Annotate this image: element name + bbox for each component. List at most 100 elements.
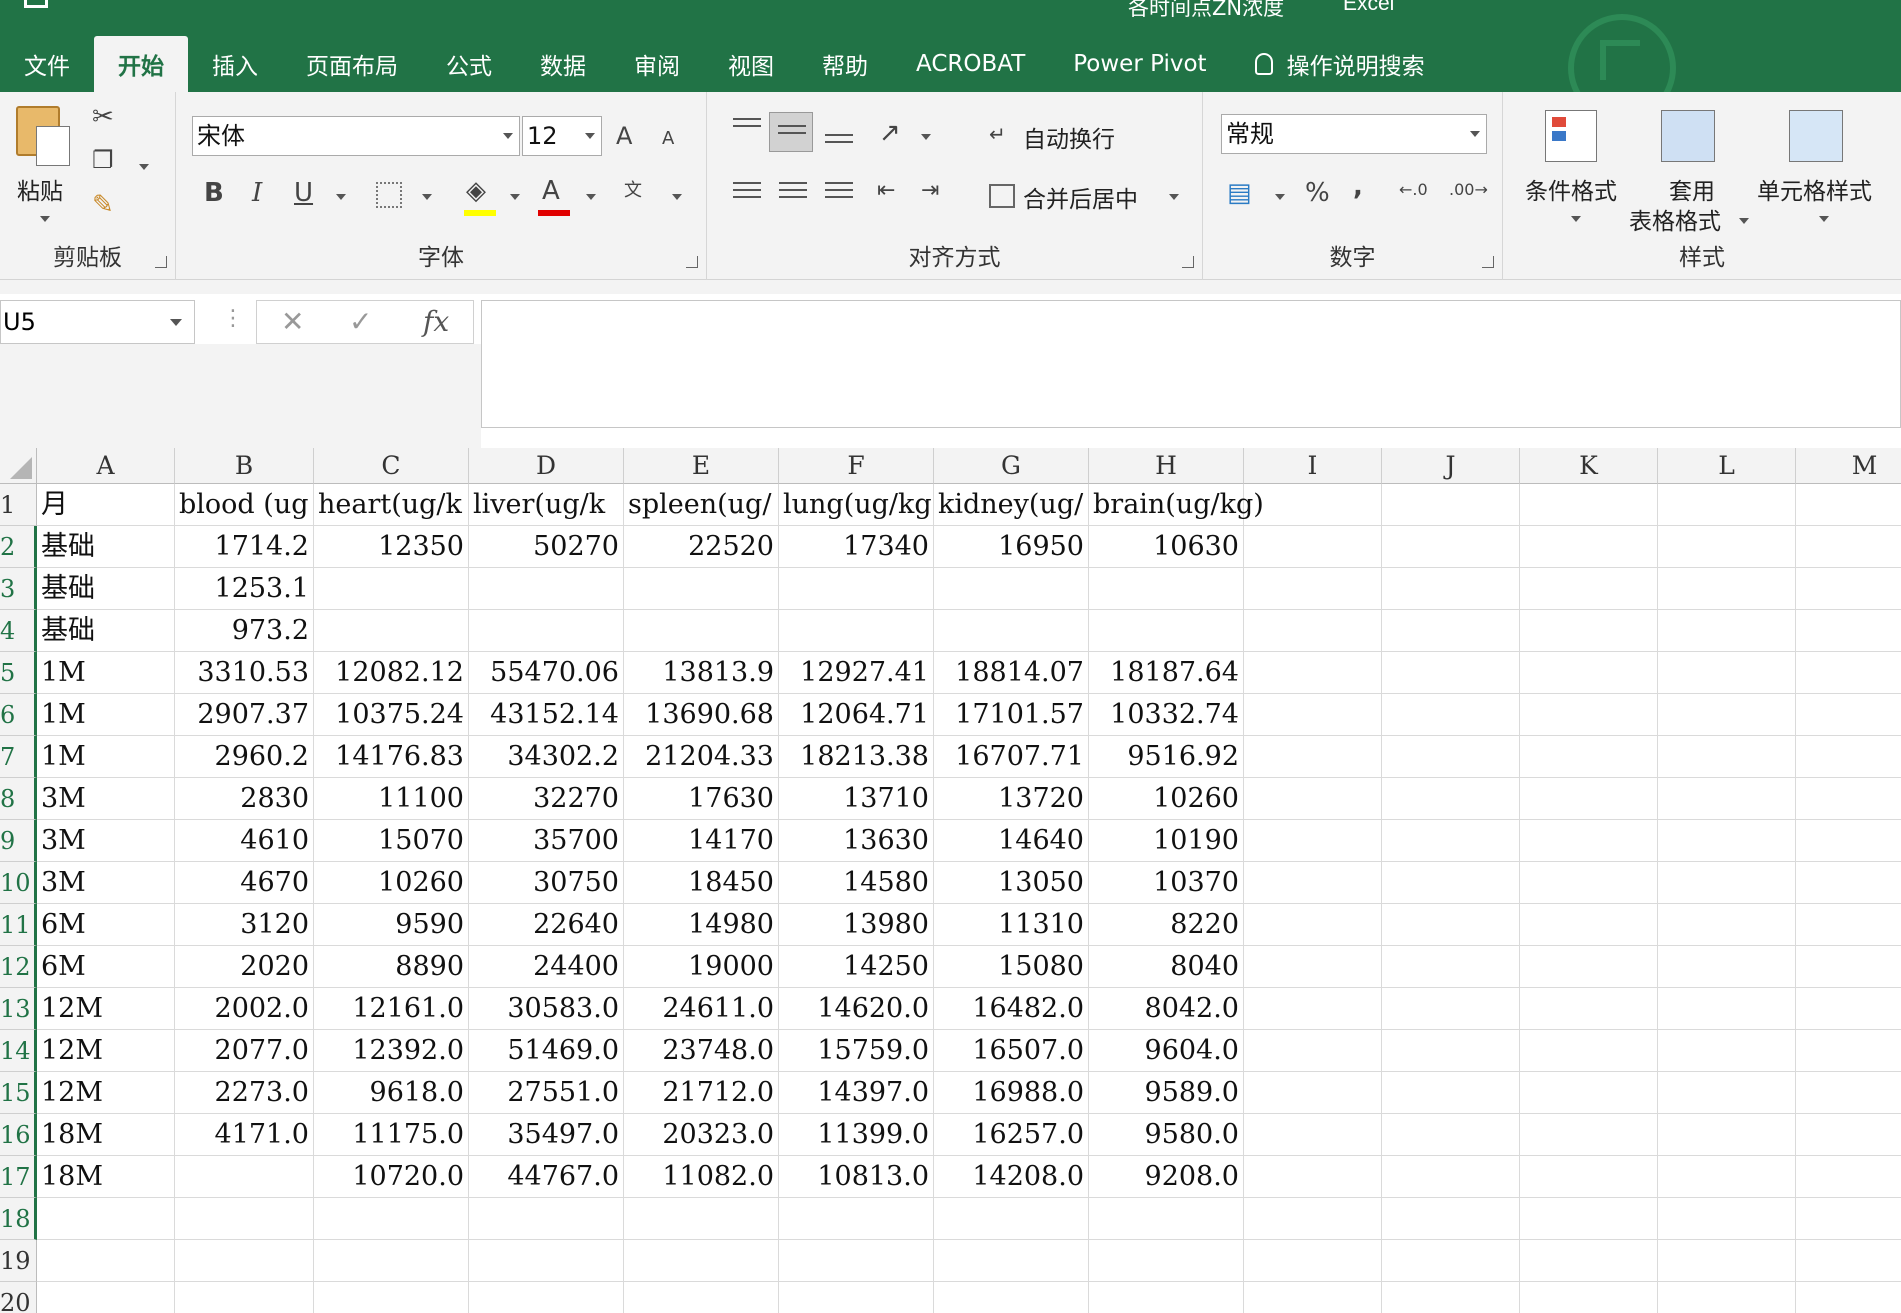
cell-styles-icon[interactable] [1789,110,1843,162]
fill-color-dropdown-icon[interactable] [510,194,520,200]
cell-styles-button[interactable]: 单元格样式 [1757,172,1872,206]
cell-g20[interactable] [934,1282,1089,1313]
format-as-table-label-2[interactable]: 表格格式 [1629,202,1721,236]
cell-m7[interactable] [1796,736,1901,778]
cell-g3[interactable] [934,568,1089,610]
cell-b13[interactable]: 2002.0 [175,988,314,1030]
tab-home[interactable]: 开始 [94,36,188,92]
cell-h8[interactable]: 10260 [1089,778,1244,820]
cell-c10[interactable]: 10260 [314,862,469,904]
cell-f6[interactable]: 12064.71 [779,694,934,736]
tell-me-search[interactable]: 操作说明搜索 [1231,36,1449,92]
merge-dropdown-icon[interactable] [1169,194,1179,200]
cell-i17[interactable] [1244,1156,1382,1198]
cell-m9[interactable] [1796,820,1901,862]
cell-a18[interactable] [37,1198,175,1240]
cell-l9[interactable] [1658,820,1796,862]
cell-l2[interactable] [1658,526,1796,568]
cell-i14[interactable] [1244,1030,1382,1072]
cell-c16[interactable]: 11175.0 [314,1114,469,1156]
column-header-a[interactable]: A [37,448,175,484]
cell-f4[interactable] [779,610,934,652]
cell-k2[interactable] [1520,526,1658,568]
cell-a3[interactable]: 基础 [37,568,175,610]
align-left-icon[interactable] [733,182,761,204]
cell-d14[interactable]: 51469.0 [469,1030,624,1072]
row-header[interactable]: 1 [0,484,37,526]
cell-e9[interactable]: 14170 [624,820,779,862]
column-header-e[interactable]: E [624,448,779,484]
cell-c5[interactable]: 12082.12 [314,652,469,694]
cell-l4[interactable] [1658,610,1796,652]
tab-insert[interactable]: 插入 [188,36,282,92]
tab-formulas[interactable]: 公式 [422,36,516,92]
cell-c9[interactable]: 15070 [314,820,469,862]
cell-m3[interactable] [1796,568,1901,610]
cell-m16[interactable] [1796,1114,1901,1156]
tab-view[interactable]: 视图 [704,36,798,92]
cell-d8[interactable]: 32270 [469,778,624,820]
align-right-icon[interactable] [825,182,853,204]
increase-indent-icon[interactable]: ⇥ [921,180,939,202]
cell-c6[interactable]: 10375.24 [314,694,469,736]
font-name-select[interactable]: 宋体 [192,116,520,156]
row-header[interactable]: 3 [0,568,37,610]
cell-m13[interactable] [1796,988,1901,1030]
cell-i15[interactable] [1244,1072,1382,1114]
row-header[interactable]: 18 [0,1198,37,1240]
cell-i6[interactable] [1244,694,1382,736]
cell-f8[interactable]: 13710 [779,778,934,820]
cell-g12[interactable]: 15080 [934,946,1089,988]
cell-c13[interactable]: 12161.0 [314,988,469,1030]
cell-f1[interactable]: lung(ug/kg [779,484,934,526]
cell-g10[interactable]: 13050 [934,862,1089,904]
borders-dropdown-icon[interactable] [422,194,432,200]
cell-g7[interactable]: 16707.71 [934,736,1089,778]
percent-style-button[interactable]: % [1305,180,1330,206]
cell-e2[interactable]: 22520 [624,526,779,568]
cell-i5[interactable] [1244,652,1382,694]
paste-dropdown-icon[interactable] [40,216,50,222]
cell-d3[interactable] [469,568,624,610]
cell-k20[interactable] [1520,1282,1658,1313]
cell-d15[interactable]: 27551.0 [469,1072,624,1114]
cell-k11[interactable] [1520,904,1658,946]
cell-j16[interactable] [1382,1114,1520,1156]
accounting-dropdown-icon[interactable] [1275,194,1285,200]
cell-a11[interactable]: 6M [37,904,175,946]
row-header[interactable]: 16 [0,1114,37,1156]
cell-g11[interactable]: 11310 [934,904,1089,946]
decrease-indent-icon[interactable]: ⇤ [877,180,895,202]
cell-j9[interactable] [1382,820,1520,862]
cell-i7[interactable] [1244,736,1382,778]
cell-j19[interactable] [1382,1240,1520,1282]
row-header[interactable]: 14 [0,1030,37,1072]
font-launcher-icon[interactable] [686,256,698,268]
cell-k10[interactable] [1520,862,1658,904]
cell-b10[interactable]: 4670 [175,862,314,904]
cell-e16[interactable]: 20323.0 [624,1114,779,1156]
cell-m15[interactable] [1796,1072,1901,1114]
cell-b18[interactable] [175,1198,314,1240]
cell-e3[interactable] [624,568,779,610]
cell-c1[interactable]: heart(ug/k [314,484,469,526]
cell-j6[interactable] [1382,694,1520,736]
cell-h4[interactable] [1089,610,1244,652]
font-size-select[interactable]: 12 [522,116,602,156]
row-header[interactable]: 15 [0,1072,37,1114]
bottom-align-icon[interactable] [825,134,853,156]
cell-k12[interactable] [1520,946,1658,988]
cell-d11[interactable]: 22640 [469,904,624,946]
column-header-g[interactable]: G [934,448,1089,484]
row-header[interactable]: 9 [0,820,37,862]
cell-e17[interactable]: 11082.0 [624,1156,779,1198]
cell-f18[interactable] [779,1198,934,1240]
cell-m2[interactable] [1796,526,1901,568]
cell-a2[interactable]: 基础 [37,526,175,568]
cell-a6[interactable]: 1M [37,694,175,736]
merge-center-icon[interactable] [989,184,1015,208]
cell-g5[interactable]: 18814.07 [934,652,1089,694]
cell-c18[interactable] [314,1198,469,1240]
cell-e12[interactable]: 19000 [624,946,779,988]
cell-j10[interactable] [1382,862,1520,904]
